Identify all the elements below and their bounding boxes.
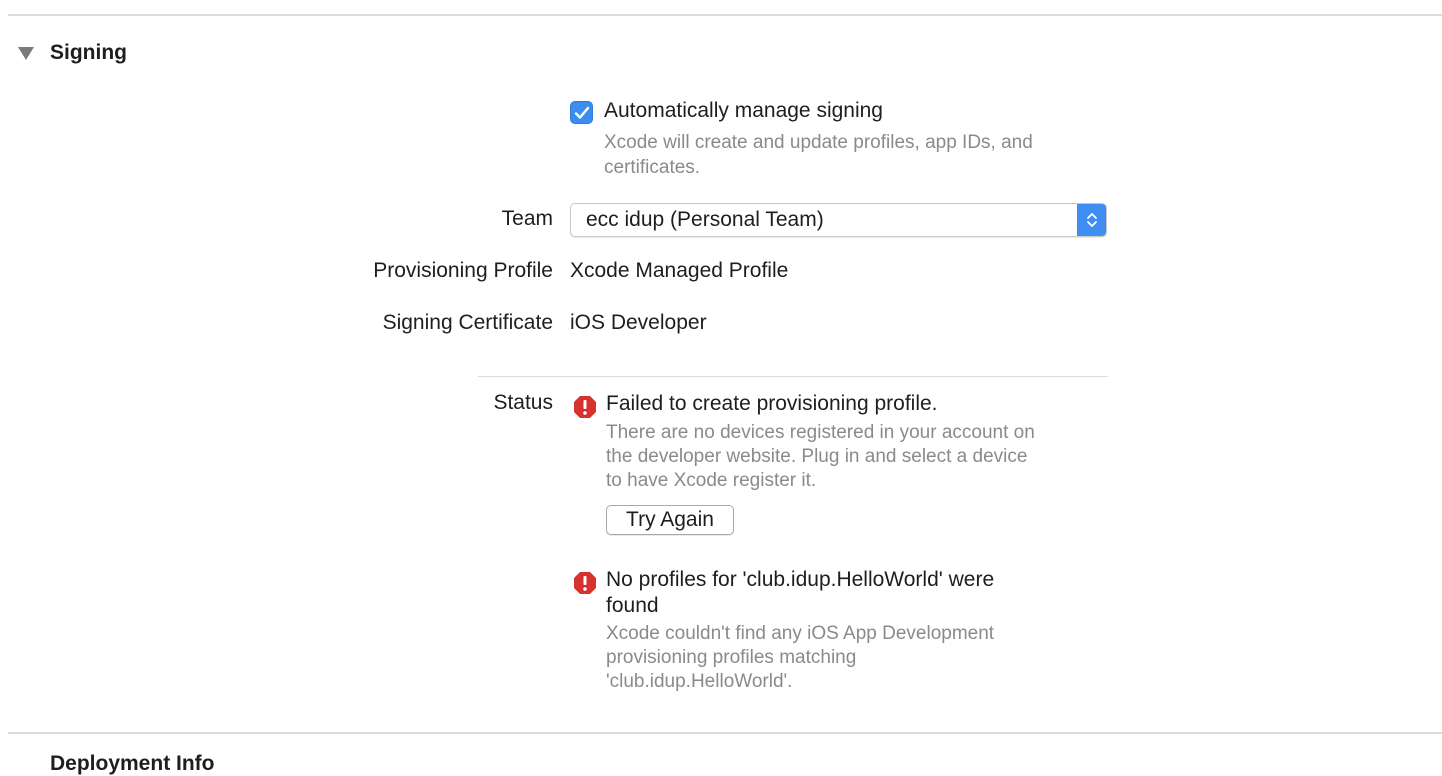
team-popup-button[interactable]: ecc idup (Personal Team) bbox=[570, 203, 1107, 237]
error-description: There are no devices registered in your … bbox=[606, 421, 1035, 493]
error-icon bbox=[574, 572, 596, 594]
auto-signing-help: Xcode will create and update profiles, a… bbox=[604, 130, 1033, 180]
auto-signing-label[interactable]: Automatically manage signing bbox=[604, 99, 883, 123]
up-down-chevron-icon bbox=[1086, 213, 1097, 227]
provisioning-profile-label: Provisioning Profile bbox=[373, 259, 553, 282]
error-title-line: No profiles for 'club.idup.HelloWorld' w… bbox=[606, 568, 995, 591]
provisioning-profile-value: Xcode Managed Profile bbox=[570, 259, 789, 282]
error-description-line: There are no devices registered in your … bbox=[606, 422, 1035, 443]
error-icon bbox=[574, 396, 596, 418]
disclosure-triangle-down-icon[interactable] bbox=[18, 46, 34, 60]
auto-signing-checkbox[interactable] bbox=[570, 101, 593, 124]
error-description-line: to have Xcode register it. bbox=[606, 470, 817, 491]
error-title: Failed to create provisioning profile. bbox=[606, 392, 938, 415]
signing-certificate-value: iOS Developer bbox=[570, 311, 707, 334]
popup-stepper-icon[interactable] bbox=[1077, 204, 1106, 236]
signing-certificate-label: Signing Certificate bbox=[382, 311, 553, 334]
section-title: Signing bbox=[50, 41, 127, 64]
status-divider bbox=[478, 376, 1108, 377]
deployment-info-section-header[interactable]: Deployment Info bbox=[50, 752, 215, 776]
status-label: Status bbox=[493, 391, 553, 414]
error-description-line: the developer website. Plug in and selec… bbox=[606, 446, 1028, 467]
bottom-divider bbox=[8, 732, 1442, 734]
error-title-line: found bbox=[606, 594, 659, 617]
team-popup-value: ecc idup (Personal Team) bbox=[586, 208, 824, 231]
error-description-line: provisioning profiles matching bbox=[606, 647, 857, 668]
error-description-line: 'club.idup.HelloWorld'. bbox=[606, 671, 793, 692]
checkmark-icon bbox=[574, 106, 589, 119]
error-description: Xcode couldn't find any iOS App Developm… bbox=[606, 622, 994, 694]
try-again-button[interactable]: Try Again bbox=[606, 505, 734, 535]
auto-signing-help-line: certificates. bbox=[604, 157, 701, 178]
auto-signing-help-line: Xcode will create and update profiles, a… bbox=[604, 132, 1033, 153]
error-description-line: Xcode couldn't find any iOS App Developm… bbox=[606, 623, 995, 644]
signing-section-header[interactable]: Signing bbox=[18, 38, 127, 68]
error-title: No profiles for 'club.idup.HelloWorld' w… bbox=[606, 567, 994, 619]
top-divider bbox=[8, 14, 1442, 16]
team-label: Team bbox=[501, 207, 553, 230]
